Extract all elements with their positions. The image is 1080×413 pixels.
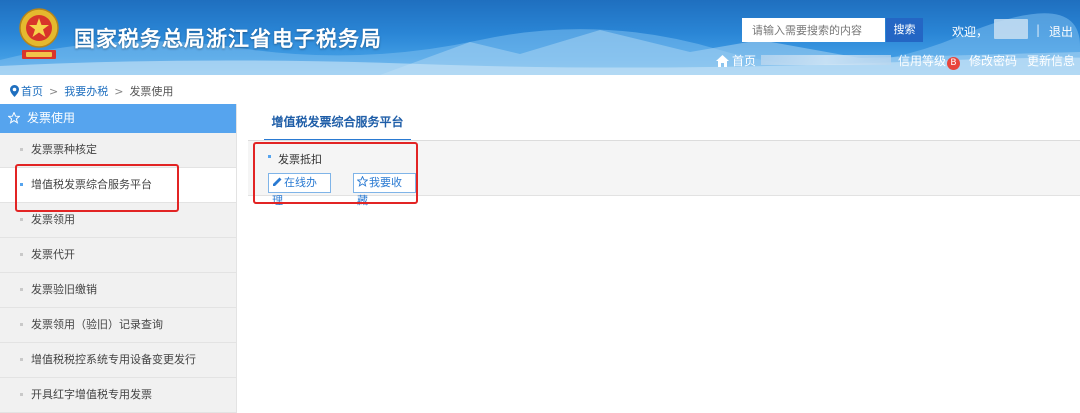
header-separator: | <box>1036 23 1041 37</box>
star-outline-icon <box>7 111 21 124</box>
bullet-icon <box>20 323 23 326</box>
sidebar-item-label: 增值税发票综合服务平台 <box>31 178 152 191</box>
bullet-icon <box>20 218 23 221</box>
update-info-link[interactable]: 更新信息 <box>1027 52 1075 69</box>
bullet-icon <box>20 148 23 151</box>
breadcrumb-separator: > <box>49 85 59 98</box>
sidebar-header-label: 发票使用 <box>27 111 76 125</box>
sidebar-item-label: 增值税税控系统专用设备变更发行 <box>31 353 196 366</box>
sidebar-header[interactable]: 发票使用 <box>0 104 236 133</box>
logout-link[interactable]: 退出 <box>1049 23 1073 40</box>
bullet-icon <box>20 183 23 186</box>
bullet-icon <box>20 253 23 256</box>
company-name-redacted <box>761 55 891 65</box>
credit-rating[interactable]: 信用等级 B <box>898 52 961 70</box>
breadcrumb: 首页 > 我要办税 > 发票使用 <box>10 83 173 99</box>
bullet-icon <box>20 358 23 361</box>
star-outline-icon <box>356 175 369 187</box>
home-link-label: 首页 <box>732 54 757 68</box>
pencil-icon <box>273 177 282 186</box>
welcome-text: 欢迎， <box>952 25 989 39</box>
tab-vat-invoice-platform[interactable]: 增值税发票综合服务平台 <box>264 112 411 141</box>
username-redacted <box>994 19 1028 39</box>
credit-label: 信用等级 <box>898 54 947 68</box>
search-input[interactable] <box>742 18 885 42</box>
sidebar-item-label: 发票代开 <box>31 248 75 261</box>
breadcrumb-separator: > <box>114 85 124 98</box>
sidebar-item-label: 发票票种核定 <box>31 143 97 156</box>
online-handle-button[interactable]: 在线办理 <box>268 173 331 207</box>
sidebar-item-label: 发票领用（验旧）记录查询 <box>31 318 163 331</box>
sidebar-item-vat-invoice-platform[interactable]: 增值税发票综合服务平台 <box>0 168 236 203</box>
change-password-link[interactable]: 修改密码 <box>969 52 1017 69</box>
search-button[interactable]: 搜索 <box>886 18 923 42</box>
breadcrumb-tax-handling[interactable]: 我要办税 <box>64 85 108 98</box>
sidebar-item-label: 开具红字增值税专用发票 <box>31 388 152 401</box>
tax-emblem-logo <box>19 8 59 59</box>
sidebar-item-tax-control-device-change[interactable]: 增值税税控系统专用设备变更发行 <box>0 343 236 378</box>
add-favorite-button[interactable]: 我要收藏 <box>353 173 416 207</box>
bullet-icon <box>20 393 23 396</box>
top-banner: 国家税务总局浙江省电子税务局 搜索 欢迎， | 退出 首页 信用等级B 修改密码… <box>0 0 1080 75</box>
sidebar-item-red-vat-invoice[interactable]: 开具红字增值税专用发票 <box>0 378 236 413</box>
sidebar-item-invoice-verification-cancel[interactable]: 发票验旧缴销 <box>0 273 236 308</box>
breadcrumb-current: 发票使用 <box>129 85 174 98</box>
sidebar-item-invoice-issuing-on-behalf[interactable]: 发票代开 <box>0 238 236 273</box>
home-icon <box>716 55 729 67</box>
breadcrumb-home[interactable]: 首页 <box>21 85 43 98</box>
sidebar-item-label: 发票领用 <box>31 213 75 226</box>
location-pin-icon <box>10 85 19 97</box>
credit-grade-badge: B <box>947 57 961 70</box>
sidebar-item-invoice-type-approval[interactable]: 发票票种核定 <box>0 133 236 168</box>
sidebar-item-collection-record-query[interactable]: 发票领用（验旧）记录查询 <box>0 308 236 343</box>
bullet-icon <box>268 155 271 158</box>
site-title: 国家税务总局浙江省电子税务局 <box>74 27 382 51</box>
sidebar-item-invoice-collection[interactable]: 发票领用 <box>0 203 236 238</box>
bullet-icon <box>20 288 23 291</box>
sidebar: 发票使用 发票票种核定 增值税发票综合服务平台 发票领用 发票代开 发票验旧缴销… <box>0 104 237 413</box>
section-title-invoice-deduction: 发票抵扣 <box>278 153 322 166</box>
home-link[interactable]: 首页 <box>716 52 756 69</box>
sidebar-item-label: 发票验旧缴销 <box>31 283 97 296</box>
